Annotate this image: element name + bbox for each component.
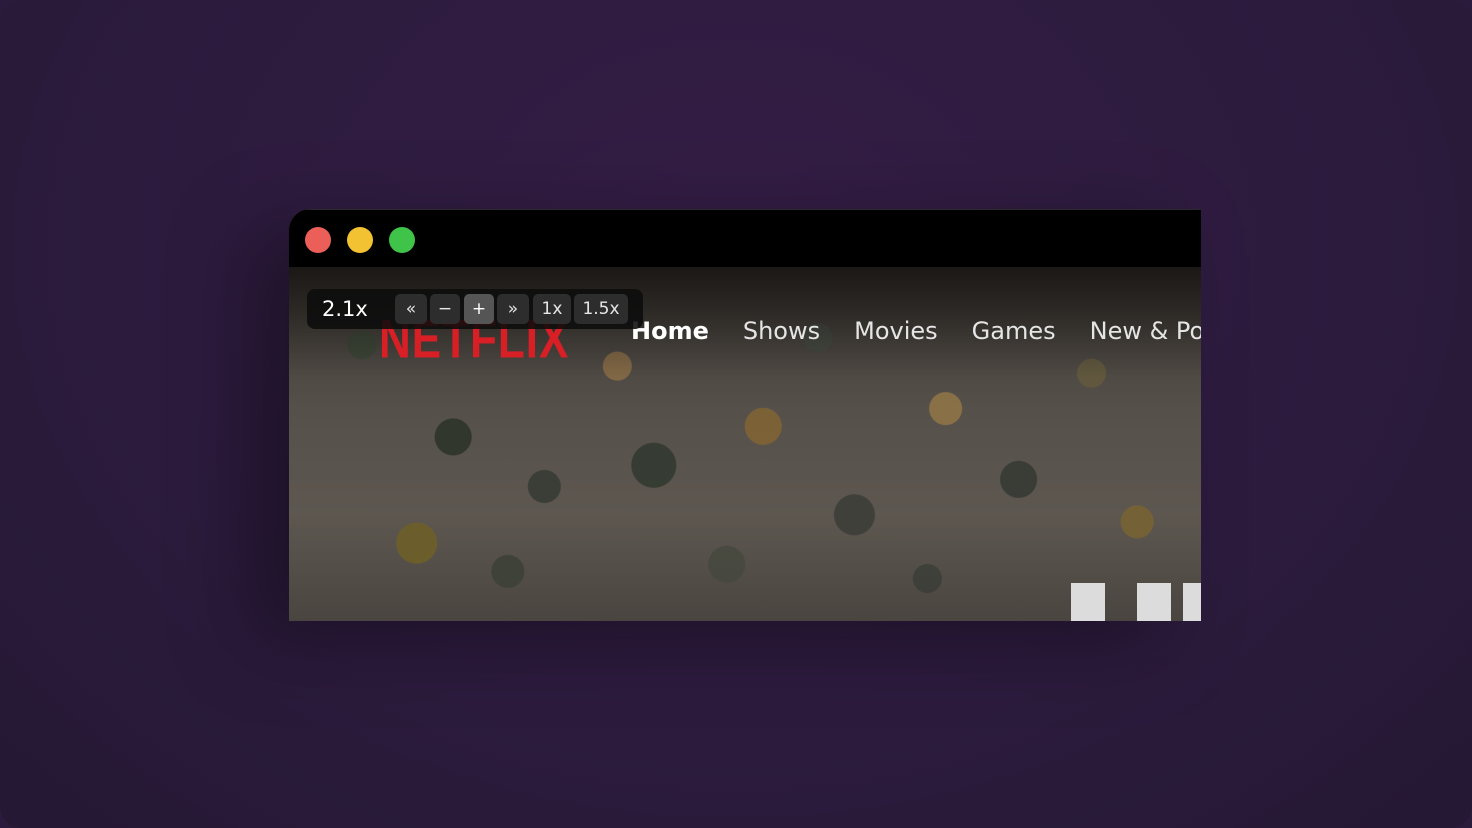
zoom-preset-1-5x-button[interactable]: 1.5x (574, 294, 628, 324)
zoom-out-button[interactable]: − (430, 294, 460, 324)
zoom-preset-1x-button[interactable]: 1x (533, 294, 571, 324)
zoom-level-readout: 2.1x (322, 297, 368, 321)
hero-letter-block (1183, 583, 1201, 621)
close-window-button[interactable] (305, 227, 331, 253)
zoom-toolbar: 2.1x « − + » 1x 1.5x (307, 289, 643, 329)
nav-item-new-popular[interactable]: New & Pop (1090, 317, 1201, 345)
minimize-window-button[interactable] (347, 227, 373, 253)
netflix-nav: Home Shows Movies Games New & Pop (631, 317, 1201, 345)
zoom-in-button[interactable]: + (464, 294, 494, 324)
hero-letter-block (1071, 583, 1105, 621)
hero-letter-block (1137, 583, 1171, 621)
zoom-first-button[interactable]: « (395, 294, 427, 324)
nav-item-movies[interactable]: Movies (854, 317, 938, 345)
zoom-window-button[interactable] (389, 227, 415, 253)
desktop-background: NETFLIX Home Shows Movies Games New & Po… (0, 0, 1472, 828)
window-titlebar[interactable] (289, 209, 1201, 268)
browser-window: NETFLIX Home Shows Movies Games New & Po… (289, 209, 1201, 621)
zoom-last-button[interactable]: » (497, 294, 529, 324)
nav-item-games[interactable]: Games (972, 317, 1056, 345)
nav-item-shows[interactable]: Shows (743, 317, 820, 345)
